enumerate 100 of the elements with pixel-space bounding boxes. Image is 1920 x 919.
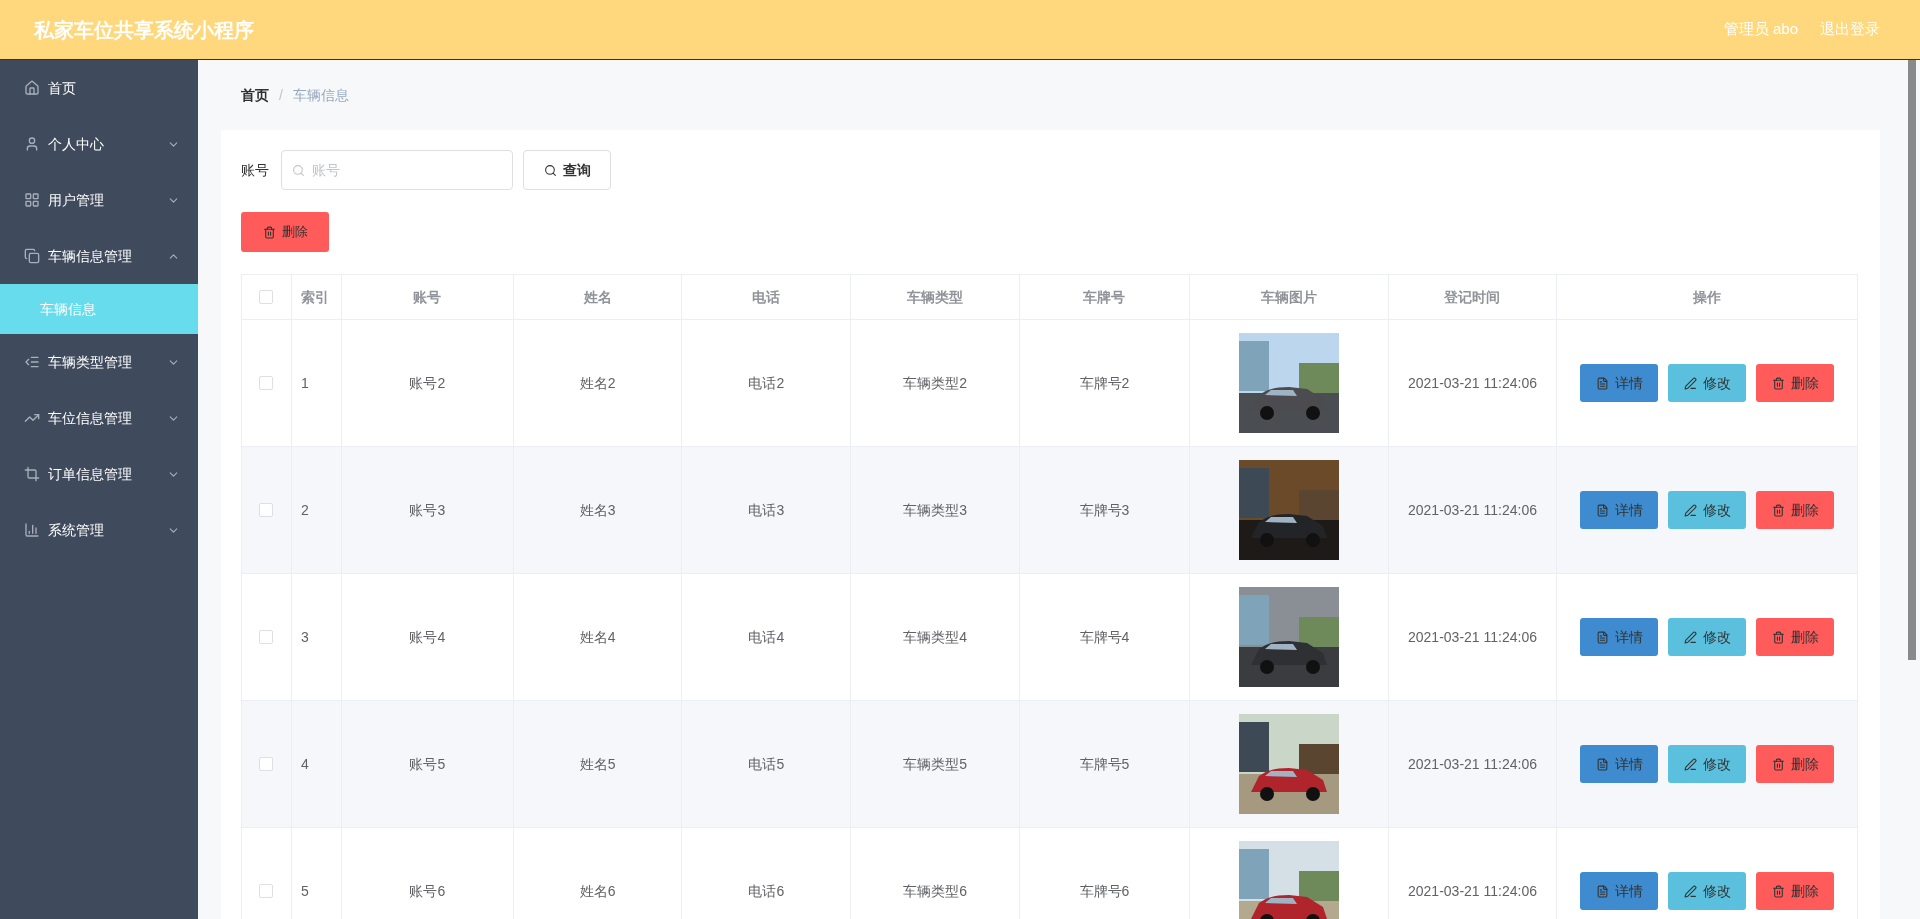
document-icon	[1595, 757, 1609, 771]
column-header: 操作	[1693, 287, 1722, 307]
sidebar-item[interactable]: 个人中心	[0, 116, 198, 172]
pencil-icon	[1683, 630, 1697, 644]
column-header: 姓名	[583, 287, 612, 307]
column-header: 登记时间	[1444, 287, 1501, 307]
details-button[interactable]: 详情	[1580, 872, 1659, 910]
delete-button[interactable]: 删除	[1756, 872, 1835, 910]
sidebar-item[interactable]: 订单信息管理	[0, 446, 198, 502]
breadcrumb-separator: /	[279, 85, 283, 105]
breadcrumb-link[interactable]: 首页	[241, 84, 269, 106]
table-cell-text: 账号2	[409, 373, 446, 393]
column-header: 车牌号	[1083, 287, 1126, 307]
table-cell-text: 2021-03-21 11:24:06	[1408, 881, 1537, 901]
app-title: 私家车位共享系统小程序	[34, 17, 254, 43]
checkbox[interactable]	[259, 757, 274, 771]
scrollbar[interactable]	[1908, 60, 1916, 660]
sidebar-item[interactable]: 车位信息管理	[0, 390, 198, 446]
table-cell-text: 车辆类型2	[903, 373, 968, 393]
pencil-icon	[1683, 376, 1697, 390]
column-header: 电话	[752, 287, 781, 307]
details-button[interactable]: 详情	[1580, 745, 1659, 783]
checkbox[interactable]	[259, 503, 274, 517]
trash-icon	[262, 225, 276, 239]
column-header: 账号	[413, 287, 442, 307]
search-label: 账号	[241, 160, 269, 180]
table-cell-text: 车辆类型6	[903, 881, 968, 901]
trash-icon	[1771, 630, 1785, 644]
checkbox[interactable]	[259, 884, 274, 898]
table-cell-text: 2	[300, 500, 309, 520]
table-cell-text: 3	[300, 627, 309, 647]
edit-button[interactable]: 修改	[1668, 491, 1747, 529]
edit-button[interactable]: 修改	[1668, 745, 1747, 783]
table-cell-text: 车辆类型4	[903, 627, 968, 647]
table-cell-text: 5	[300, 881, 309, 901]
delete-button[interactable]: 删除	[241, 212, 329, 252]
search-field[interactable]: 账号	[281, 150, 513, 190]
table-cell-text: 电话3	[748, 500, 785, 520]
table-cell-text: 姓名3	[579, 500, 616, 520]
pencil-icon	[1683, 884, 1697, 898]
delete-button[interactable]: 删除	[1756, 364, 1835, 402]
table-cell-text: 2021-03-21 11:24:06	[1408, 500, 1537, 520]
breadcrumb-current: 车辆信息	[292, 85, 349, 105]
table-cell-text: 车辆类型3	[903, 500, 968, 520]
delete-button[interactable]: 删除	[1756, 618, 1835, 656]
table-cell-text: 2021-03-21 11:24:06	[1408, 754, 1537, 774]
table-cell-text: 姓名4	[579, 627, 616, 647]
table-cell-text: 电话6	[748, 881, 785, 901]
table-cell-text: 电话4	[748, 627, 785, 647]
search-icon	[292, 164, 305, 177]
document-icon	[1595, 376, 1609, 390]
table-cell-text: 4	[300, 754, 309, 774]
details-button[interactable]: 详情	[1580, 364, 1659, 402]
sidebar-item[interactable]: 车辆类型管理	[0, 334, 198, 390]
crop-icon	[24, 466, 40, 482]
list-icon	[24, 354, 40, 370]
search-icon	[543, 163, 557, 177]
delete-button[interactable]: 删除	[1756, 745, 1835, 783]
document-icon	[1595, 884, 1609, 898]
checkbox[interactable]	[259, 376, 274, 390]
checkbox[interactable]	[259, 290, 274, 304]
table-cell-text: 车牌号4	[1079, 627, 1130, 647]
sidebar-item[interactable]: 系统管理	[0, 502, 198, 558]
search-button[interactable]: 查询	[523, 150, 611, 190]
sidebar-item[interactable]: 首页	[0, 60, 198, 116]
details-button[interactable]: 详情	[1580, 491, 1659, 529]
details-button[interactable]: 详情	[1580, 618, 1659, 656]
table-cell-text: 姓名6	[579, 881, 616, 901]
home-icon	[24, 80, 40, 96]
table-cell-text: 车牌号5	[1079, 754, 1130, 774]
document-icon	[1595, 630, 1609, 644]
sidebar-item[interactable]: 用户管理	[0, 172, 198, 228]
bar-chart-icon	[24, 522, 40, 538]
grid-icon	[24, 192, 40, 208]
user-icon	[24, 136, 40, 152]
table-cell-text: 电话5	[748, 754, 785, 774]
table-cell-text: 车辆类型5	[903, 754, 968, 774]
copy-icon	[24, 248, 40, 264]
checkbox[interactable]	[259, 630, 274, 644]
edit-button[interactable]: 修改	[1668, 618, 1747, 656]
column-header: 车辆类型	[907, 287, 964, 307]
table-cell-text: 电话2	[748, 373, 785, 393]
table-cell-text: 2021-03-21 11:24:06	[1408, 627, 1537, 647]
edit-button[interactable]: 修改	[1668, 872, 1747, 910]
admin-name: 管理员 abo	[1723, 19, 1798, 40]
document-icon	[1595, 503, 1609, 517]
column-header: 车辆图片	[1260, 287, 1317, 307]
trash-icon	[1771, 376, 1785, 390]
table-cell-text: 账号6	[409, 881, 446, 901]
table-cell-text: 姓名2	[579, 373, 616, 393]
pencil-icon	[1683, 503, 1697, 517]
trash-icon	[1771, 884, 1785, 898]
table-cell-text: 1	[300, 373, 309, 393]
trash-icon	[1771, 503, 1785, 517]
edit-button[interactable]: 修改	[1668, 364, 1747, 402]
table-cell-text: 车牌号3	[1079, 500, 1130, 520]
table-cell-text: 账号5	[409, 754, 446, 774]
table-cell-text: 车牌号2	[1079, 373, 1130, 393]
delete-button[interactable]: 删除	[1756, 491, 1835, 529]
sidebar-item[interactable]: 车辆信息管理	[0, 228, 198, 284]
